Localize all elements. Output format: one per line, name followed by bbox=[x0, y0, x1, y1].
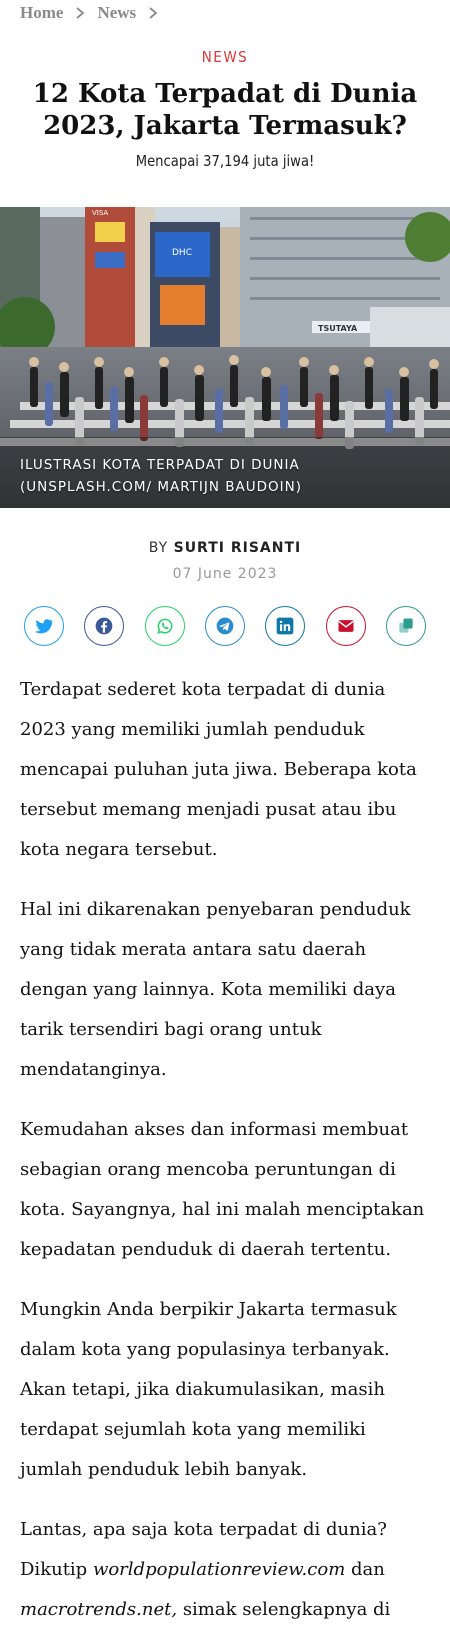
whatsapp-icon bbox=[156, 618, 173, 634]
share-facebook-button[interactable] bbox=[84, 606, 125, 646]
sign-tsutaya: TSUTAYA bbox=[318, 324, 358, 333]
sign-dhc: DHC bbox=[172, 248, 192, 258]
article-paragraph: Terdapat sederet kota terpadat di dunia … bbox=[20, 679, 417, 860]
share-bar bbox=[24, 606, 426, 646]
article-subtitle: Mencapai 37,194 juta jiwa! bbox=[135, 152, 315, 170]
breadcrumb: Home News bbox=[20, 0, 160, 26]
share-telegram-button[interactable] bbox=[204, 606, 245, 646]
copy-icon bbox=[399, 618, 413, 633]
category-label[interactable]: NEWS bbox=[0, 48, 450, 66]
article-paragraph: Mungkin Anda berpikir Jakarta termasuk d… bbox=[20, 1299, 397, 1480]
email-icon bbox=[338, 620, 354, 632]
hero-image: DHC TSUTAYA VISA ILUSTRASI KOTA TERPADAT… bbox=[0, 207, 450, 508]
facebook-icon bbox=[95, 617, 113, 635]
share-email-button[interactable] bbox=[325, 606, 366, 646]
breadcrumb-home-link[interactable]: Home bbox=[20, 3, 63, 23]
author-link[interactable]: SURTI RISANTI bbox=[174, 540, 302, 556]
chevron-right-icon bbox=[149, 7, 158, 19]
telegram-icon bbox=[216, 617, 234, 635]
article-body: Terdapat sederet kota terpadat di dunia … bbox=[20, 670, 432, 1637]
share-linkedin-button[interactable] bbox=[265, 606, 306, 646]
source-link[interactable]: worldpopulationreview.com bbox=[93, 1559, 345, 1580]
article-paragraph: Lantas, apa saja kota terpadat di dunia?… bbox=[20, 1510, 432, 1637]
twitter-icon bbox=[34, 619, 54, 634]
hero-caption: ILUSTRASI KOTA TERPADAT DI DUNIA (UNSPLA… bbox=[20, 457, 302, 495]
byline-prefix: BY bbox=[148, 540, 169, 556]
sign-visa: VISA bbox=[92, 209, 108, 217]
breadcrumb-news-link[interactable]: News bbox=[97, 3, 136, 23]
share-whatsapp-button[interactable] bbox=[144, 606, 185, 646]
paragraph-text: dan bbox=[345, 1559, 385, 1580]
article-paragraph: Kemudahan akses dan informasi membuat se… bbox=[20, 1119, 425, 1260]
share-twitter-button[interactable] bbox=[24, 606, 64, 646]
share-copy-button[interactable] bbox=[385, 606, 426, 646]
chevron-right-icon bbox=[76, 7, 85, 19]
source-link[interactable]: macrotrends.net, bbox=[20, 1599, 177, 1620]
article-paragraph: Hal ini dikarenakan penyebaran penduduk … bbox=[20, 899, 411, 1080]
article-title: 12 Kota Terpadat di Dunia 2023, Jakarta … bbox=[32, 79, 418, 141]
publish-date: 07 June 2023 bbox=[172, 566, 278, 582]
byline: BY SURTI RISANTI bbox=[0, 540, 450, 556]
linkedin-icon bbox=[276, 617, 294, 635]
